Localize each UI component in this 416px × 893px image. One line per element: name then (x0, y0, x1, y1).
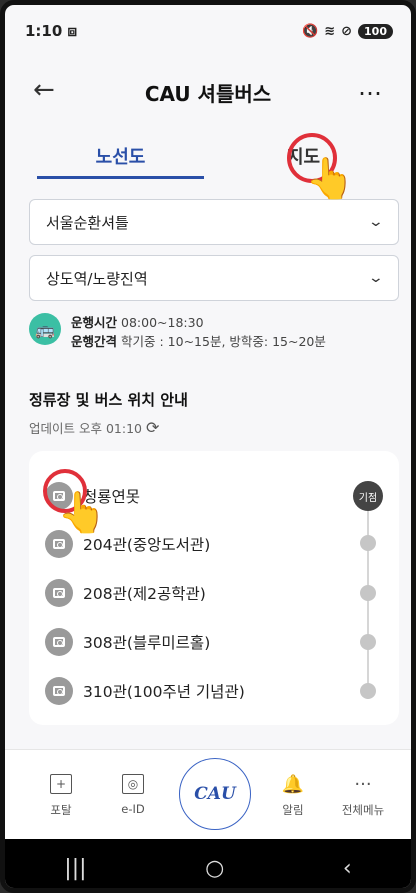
refresh-icon[interactable]: ⟳ (146, 418, 159, 437)
dnd-icon: ⊘ (341, 23, 353, 39)
start-badge: 기점 (353, 481, 383, 511)
nav-eid[interactable]: ◎ e-ID (101, 774, 165, 816)
tap-hand-icon: 👆 (57, 490, 107, 536)
monitor-icon: + (50, 774, 72, 794)
stop-dot (360, 683, 376, 699)
service-info-text: 운행시간 08:00~18:30 운행간격 학기중 : 10~15분, 방학중: 1… (71, 313, 326, 351)
hours-label: 운행시간 (71, 315, 118, 330)
stop-item[interactable]: 310관(100주년 기념관) (45, 676, 245, 706)
camera-icon[interactable] (45, 677, 73, 705)
id-card-icon: ◎ (122, 774, 144, 794)
more-options-icon[interactable]: … (358, 73, 383, 101)
direction-select-value: 상도역/노량진역 (46, 269, 148, 288)
stop-name: 310관(100주년 기념관) (83, 683, 245, 701)
home-icon[interactable]: ○ (205, 856, 224, 881)
route-select-value: 서울순환셔틀 (46, 213, 129, 232)
wifi-icon: ≋ (324, 23, 336, 39)
interval-value: 학기중 : 10~15분, 방학중: 15~20분 (121, 334, 326, 349)
status-icons: 🔇 ≋ ⊘ 100 (302, 23, 393, 39)
phone-screen: 1:10 ⧈ 🔇 ≋ ⊘ 100 ← CAU 셔틀버스 … 노선도 지도 서울순… (0, 0, 416, 893)
interval-label: 운행간격 (71, 334, 118, 349)
camera-icon[interactable] (45, 579, 73, 607)
stop-name: 204관(중앙도서관) (83, 536, 211, 554)
back-arrow-icon[interactable]: ← (33, 75, 55, 105)
stop-dot (360, 585, 376, 601)
nav-alarm-label: 알림 (282, 803, 304, 817)
cau-logo-button[interactable]: CAU (179, 758, 251, 830)
status-time: 1:10 ⧈ (25, 22, 78, 40)
section-title: 정류장 및 버스 위치 안내 (29, 391, 188, 409)
chevron-down-icon: ⌄ (367, 214, 385, 230)
service-info: 🚌 운행시간 08:00~18:30 운행간격 학기중 : 10~15분, 방학중:… (29, 313, 399, 351)
nav-portal[interactable]: + 포탈 (29, 774, 93, 818)
battery-icon: 100 (358, 23, 393, 39)
stop-item[interactable]: 308관(블루미르홀) (45, 627, 210, 657)
nav-alarm[interactable]: 🔔 알림 (261, 774, 325, 818)
app-header: ← CAU 셔틀버스 … (5, 67, 411, 117)
system-back-icon[interactable]: ‹ (343, 856, 352, 881)
more-dots-icon: ··· (354, 773, 372, 795)
route-select[interactable]: 서울순환셔틀 ⌄ (29, 199, 399, 245)
stop-dot (360, 535, 376, 551)
nav-menu-label: 전체메뉴 (341, 803, 385, 817)
nav-menu[interactable]: ··· 전체메뉴 (331, 774, 395, 818)
camera-icon[interactable] (45, 628, 73, 656)
update-text: 업데이트 오후 01:10 (29, 421, 142, 436)
chevron-down-icon: ⌄ (367, 270, 385, 286)
tap-hand-icon: 👆 (305, 156, 355, 202)
nav-eid-label: e-ID (121, 802, 145, 816)
status-bar: 1:10 ⧈ 🔇 ≋ ⊘ 100 (5, 5, 411, 57)
hours-value: 08:00~18:30 (121, 315, 204, 330)
mute-icon: 🔇 (302, 23, 319, 39)
bottom-navigation: + 포탈 ◎ e-ID CAU 🔔 알림 ··· 전체메뉴 (5, 749, 411, 839)
direction-select[interactable]: 상도역/노량진역 ⌄ (29, 255, 399, 301)
nav-portal-label: 포탈 (50, 803, 72, 817)
stop-name: 208관(제2공학관) (83, 585, 206, 603)
screenshot-icon: ⧈ (67, 22, 78, 40)
page-title: CAU 셔틀버스 (144, 81, 272, 106)
update-time: 업데이트 오후 01:10 ⟳ (29, 418, 159, 437)
tab-route-map[interactable]: 노선도 (29, 133, 212, 179)
stop-item[interactable]: 208관(제2공학관) (45, 578, 206, 608)
bell-icon: 🔔 (281, 773, 305, 795)
stop-dot (360, 634, 376, 650)
stop-name: 308관(블루미르홀) (83, 634, 211, 652)
recent-apps-icon[interactable]: ||| (64, 856, 86, 881)
system-navigation: ||| ○ ‹ (5, 839, 411, 888)
bus-icon: 🚌 (29, 313, 61, 345)
